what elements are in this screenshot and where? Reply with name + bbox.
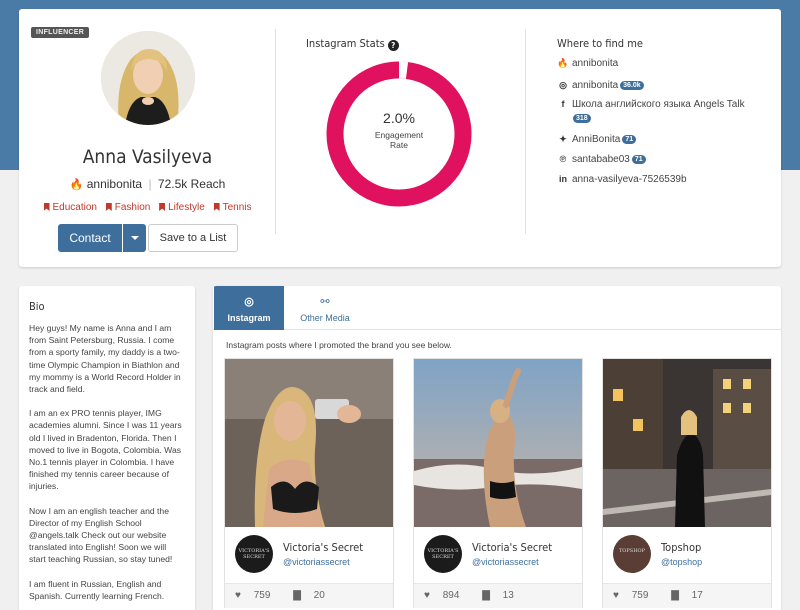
post-photo[interactable]: [603, 359, 771, 527]
facebook-icon: f: [561, 99, 565, 109]
brand-name[interactable]: Victoria's Secret: [283, 541, 363, 554]
stats-title: Instagram Stats?: [306, 37, 399, 51]
fire-icon: 🔥: [557, 58, 569, 68]
engagement-value: 2.0%: [383, 110, 415, 126]
post-stats: ♥ 759 ▇ 20: [225, 583, 393, 608]
social-count-facebook: 318: [557, 113, 591, 124]
link-icon: ⚯: [320, 296, 330, 308]
tab-instagram[interactable]: ◎ Instagram: [214, 286, 284, 330]
likes: ♥ 759: [613, 590, 649, 601]
social-link-facebook[interactable]: f Школа английского языка Angels Talk: [557, 99, 745, 110]
follower-count-badge: 71: [622, 135, 637, 144]
bookmark-icon: [105, 203, 112, 211]
likes: ♥ 894: [424, 590, 460, 601]
post-card[interactable]: TOPSHOP Topshop @topshop ♥ 759 ▇ 17: [602, 358, 772, 608]
reach-line: 🔥 annibonita | 72.5k Reach: [19, 177, 276, 191]
bio-paragraph: I am fluent in Russian, English and Span…: [29, 578, 165, 601]
reach-value: 72.5k Reach: [157, 177, 226, 191]
bio-card: Bio Hey guys! My name is Anna and I am f…: [19, 286, 195, 610]
twitter-icon: ✦: [559, 134, 567, 144]
media-intro: Instagram posts where I promoted the bra…: [226, 340, 452, 350]
comment-icon: ▇: [671, 590, 679, 601]
fire-icon: 🔥: [69, 179, 84, 191]
media-card: ◎ Instagram ⚯ Other Media Instagram post…: [213, 286, 781, 610]
tag-tennis[interactable]: Tennis: [213, 202, 252, 213]
social-link-linkedin[interactable]: in anna-vasilyeva-7526539b: [557, 174, 687, 185]
heart-icon: ♥: [613, 590, 619, 601]
tag-lifestyle[interactable]: Lifestyle: [159, 202, 205, 213]
brand-logo: VICTORIA'S SECRET: [424, 535, 462, 573]
avatar: [101, 31, 195, 125]
linkedin-icon: in: [559, 174, 567, 184]
brand-logo: VICTORIA'S SECRET: [235, 535, 273, 573]
engagement-label: Engagement Rate: [374, 130, 424, 150]
social-link-instagram[interactable]: ◎ annibonita 36.0k: [557, 80, 644, 91]
social-link-pinterest[interactable]: ℗ santababe03 71: [557, 154, 646, 165]
brand-logo: TOPSHOP: [613, 535, 651, 573]
separator: |: [148, 177, 152, 191]
post-card[interactable]: VICTORIA'S SECRET Victoria's Secret @vic…: [224, 358, 394, 608]
tab-other-media[interactable]: ⚯ Other Media: [289, 286, 361, 330]
bio-title: Bio: [29, 300, 45, 313]
profile-name: Anna Vasilyeva: [82, 146, 213, 168]
bio-paragraph: Now I am an english teacher and the Dire…: [29, 505, 173, 565]
divider: [525, 29, 526, 234]
bookmark-icon: [159, 203, 166, 211]
find-title: Where to find me: [557, 37, 643, 50]
brand-handle[interactable]: @victoriassecret: [283, 557, 350, 567]
contact-button[interactable]: Contact: [58, 224, 122, 252]
follower-count-badge: 36.0k: [620, 81, 644, 90]
follower-count-badge: 71: [631, 155, 646, 164]
save-to-list-button[interactable]: Save to a List: [148, 224, 238, 252]
brand-handle[interactable]: @topshop: [661, 557, 702, 567]
profile-handle[interactable]: annibonita: [87, 177, 142, 191]
contact-dropdown-button[interactable]: [123, 224, 146, 252]
social-link-twitter[interactable]: ✦ AnniBonita 71: [557, 134, 637, 145]
profile-card: INFLUENCER Anna Vasilyeva 🔥 annibonita |…: [19, 9, 781, 267]
pinterest-icon: ℗: [559, 154, 567, 164]
post-photo[interactable]: [225, 359, 393, 527]
brand-handle[interactable]: @victoriassecret: [472, 557, 539, 567]
comments: ▇ 20: [293, 590, 325, 601]
likes: ♥ 759: [235, 590, 271, 601]
social-link-fire[interactable]: 🔥 annibonita: [557, 58, 618, 69]
category-tags: Education Fashion Lifestyle Tennis: [19, 202, 276, 213]
heart-icon: ♥: [235, 590, 241, 601]
tag-fashion[interactable]: Fashion: [105, 202, 150, 213]
influencer-badge: INFLUENCER: [31, 27, 90, 38]
media-tabs: ◎ Instagram ⚯ Other Media: [213, 286, 781, 330]
bio-paragraph: I am an ex PRO tennis player, IMG academ…: [29, 408, 182, 492]
instagram-icon: ◎: [244, 296, 254, 308]
post-stats: ♥ 759 ▇ 17: [603, 583, 771, 608]
post-photo[interactable]: [414, 359, 582, 527]
post-stats: ♥ 894 ▇ 13: [414, 583, 582, 608]
comment-icon: ▇: [482, 590, 490, 601]
bookmark-icon: [213, 203, 220, 211]
help-icon[interactable]: ?: [387, 40, 399, 51]
post-card[interactable]: VICTORIA'S SECRET Victoria's Secret @vic…: [413, 358, 583, 608]
brand-name[interactable]: Victoria's Secret: [472, 541, 552, 554]
heart-icon: ♥: [424, 590, 430, 601]
comments: ▇ 13: [482, 590, 514, 601]
follower-count-badge: 318: [573, 114, 591, 123]
comment-icon: ▇: [293, 590, 301, 601]
bookmark-icon: [43, 203, 50, 211]
divider: [275, 29, 276, 234]
instagram-icon: ◎: [559, 80, 567, 90]
brand-name[interactable]: Topshop: [661, 541, 701, 554]
bio-paragraph: Hey guys! My name is Anna and I am from …: [29, 323, 181, 395]
comments: ▇ 17: [671, 590, 703, 601]
tag-education[interactable]: Education: [43, 202, 97, 213]
